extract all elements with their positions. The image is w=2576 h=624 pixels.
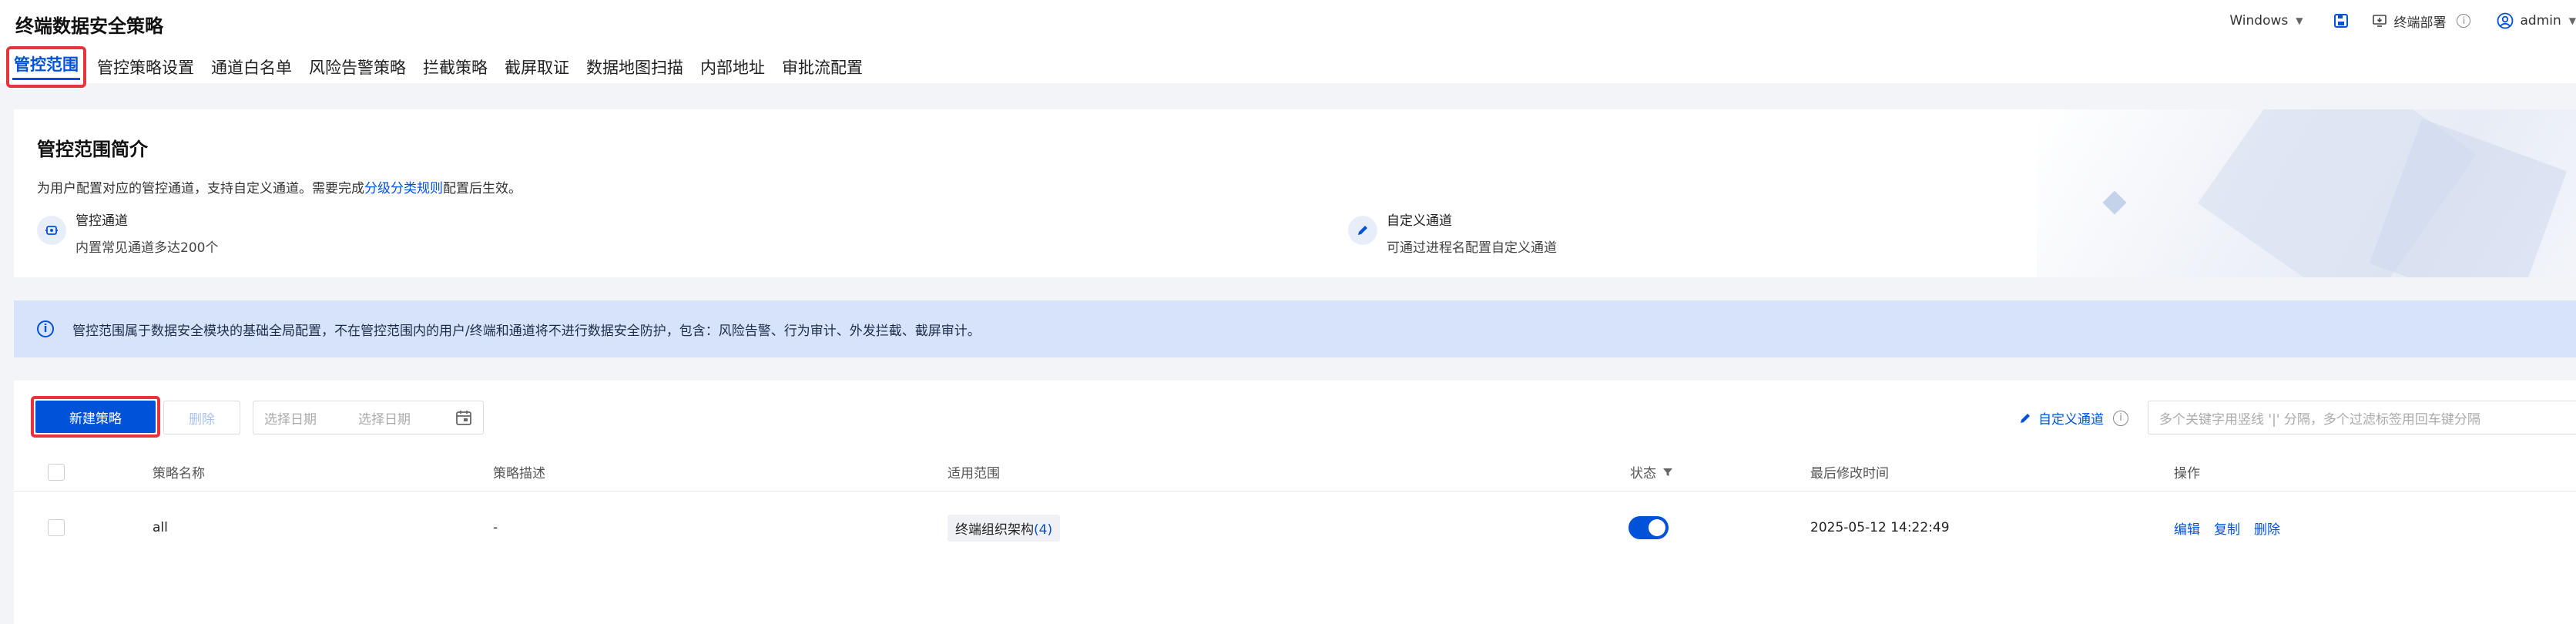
intro-desc-prefix: 为用户配置对应的管控通道，支持自定义通道。需要完成 xyxy=(37,181,364,196)
user-name: admin xyxy=(2520,13,2561,29)
delete-button[interactable]: 删除 xyxy=(163,401,240,434)
feature-subtitle: 可通过进程名配置自定义通道 xyxy=(1387,240,1557,256)
os-selector-label: Windows xyxy=(2229,13,2289,29)
row-actions: 编辑 复制 删除 xyxy=(2174,493,2294,562)
delete-action[interactable]: 删除 xyxy=(2254,518,2280,538)
intro-decoration xyxy=(2037,109,2576,277)
intro-title: 管控范围简介 xyxy=(37,139,148,160)
custom-channel-link[interactable]: 自定义通道 i xyxy=(2018,408,2128,428)
tab-screenshot-evidence[interactable]: 截屏取证 xyxy=(498,49,575,83)
col-actions: 操作 xyxy=(2174,466,2200,481)
col-status-label: 状态 xyxy=(1630,466,1656,481)
header-tools: Windows ▼ 终端部署 i admin ▼ xyxy=(2212,9,2576,32)
filter-icon[interactable] xyxy=(1662,467,1673,478)
date-range-picker[interactable]: 选择日期 选择日期 xyxy=(253,401,484,434)
status-toggle[interactable] xyxy=(1628,516,1669,539)
col-scope: 适用范围 xyxy=(948,466,1000,481)
top-header: 终端数据安全策略 Windows ▼ 终端部署 i admin ▼ 管控范围 管… xyxy=(0,0,2576,88)
page-title: 终端数据安全策略 xyxy=(15,15,163,37)
intro-panel: 管控范围简介 为用户配置对应的管控通道，支持自定义通道。需要完成分级分类规则配置… xyxy=(14,109,2576,277)
monitor-icon xyxy=(2373,15,2387,27)
chevron-down-icon: ▼ xyxy=(2568,15,2576,26)
select-all-checkbox[interactable] xyxy=(48,463,65,481)
tab-bar: 管控范围 管控策略设置 通道白名单 风险告警策略 拦截策略 截屏取证 数据地图扫… xyxy=(6,46,874,88)
intro-description: 为用户配置对应的管控通道，支持自定义通道。需要完成分级分类规则配置后生效。 xyxy=(37,177,522,196)
custom-channel-label: 自定义通道 xyxy=(2038,412,2104,428)
user-menu[interactable]: admin ▼ xyxy=(2497,12,2576,29)
tab-approval-flow[interactable]: 审批流配置 xyxy=(776,49,869,83)
pencil-icon xyxy=(2021,413,2030,423)
policy-table-card: 新建策略 删除 选择日期 选择日期 自定义通道 i 多个关键字用竖线 '|' 分… xyxy=(14,381,2576,624)
tab-data-map-scan[interactable]: 数据地图扫描 xyxy=(580,49,689,83)
scope-tag-label: 终端组织架构 xyxy=(955,522,1034,538)
search-input[interactable]: 多个关键字用竖线 '|' 分隔，多个过滤标签用回车键分隔 xyxy=(2148,401,2576,434)
user-icon xyxy=(2497,12,2514,29)
feature-control-channel: 管控通道 内置常见通道多达200个 xyxy=(37,210,218,256)
new-policy-button[interactable]: 新建策略 xyxy=(35,401,156,433)
date-end[interactable]: 选择日期 xyxy=(358,408,411,428)
scope-tag-count: (4) xyxy=(1034,522,1053,538)
toggle-knob xyxy=(1649,519,1665,536)
copy-action[interactable]: 复制 xyxy=(2214,518,2240,538)
pencil-icon xyxy=(1348,216,1377,245)
new-policy-button-highlight: 新建策略 xyxy=(31,396,160,438)
scope-notice: i 管控范围属于数据安全模块的基础全局配置，不在管控范围内的用户/终端和通道将不… xyxy=(14,300,2576,357)
row-desc: - xyxy=(493,520,498,535)
row-modified: 2025-05-12 14:22:49 xyxy=(1810,520,1950,535)
scope-tag[interactable]: 终端组织架构(4) xyxy=(948,514,1061,542)
channel-icon xyxy=(37,216,66,245)
tab-block-policy[interactable]: 拦截策略 xyxy=(417,49,494,83)
date-start[interactable]: 选择日期 xyxy=(264,408,317,428)
intro-desc-suffix: 配置后生效。 xyxy=(443,181,522,196)
tab-policy-settings[interactable]: 管控策略设置 xyxy=(91,49,200,83)
feature-custom-channel: 自定义通道 可通过进程名配置自定义通道 xyxy=(1348,210,1557,256)
col-status: 状态 xyxy=(1630,453,1673,491)
edit-action[interactable]: 编辑 xyxy=(2174,518,2200,538)
tab-internal-address[interactable]: 内部地址 xyxy=(694,49,771,83)
chevron-down-icon: ▼ xyxy=(2296,15,2303,26)
table-row: all - 终端组织架构(4) 2025-05-12 14:22:49 编辑 复… xyxy=(14,493,2576,562)
terminal-deploy-label: 终端部署 xyxy=(2393,15,2447,31)
os-selector[interactable]: Windows ▼ xyxy=(2229,13,2303,29)
save-icon[interactable] xyxy=(2333,13,2349,29)
row-checkbox[interactable] xyxy=(48,519,65,536)
table-header: 策略名称 策略描述 适用范围 状态 最后修改时间 操作 xyxy=(14,453,2576,491)
terminal-deploy-link[interactable]: 终端部署 i xyxy=(2372,12,2471,31)
tab-risk-alert[interactable]: 风险告警策略 xyxy=(303,49,412,83)
tab-scope[interactable]: 管控范围 xyxy=(6,46,86,88)
help-icon[interactable]: i xyxy=(2113,410,2128,426)
feature-title: 自定义通道 xyxy=(1387,213,1452,229)
calendar-icon[interactable] xyxy=(455,409,472,426)
notice-text: 管控范围属于数据安全模块的基础全局配置，不在管控范围内的用户/终端和通道将不进行… xyxy=(72,323,981,339)
row-name: all xyxy=(153,520,168,535)
info-icon: i xyxy=(37,320,54,337)
col-modified: 最后修改时间 xyxy=(1810,466,1889,481)
col-desc: 策略描述 xyxy=(493,466,545,481)
feature-subtitle: 内置常见通道多达200个 xyxy=(75,240,219,256)
feature-title: 管控通道 xyxy=(75,213,128,229)
col-name: 策略名称 xyxy=(153,466,205,481)
info-icon[interactable]: i xyxy=(2457,14,2471,28)
tab-channel-whitelist[interactable]: 通道白名单 xyxy=(205,49,298,83)
classification-rules-link[interactable]: 分级分类规则 xyxy=(364,181,443,196)
